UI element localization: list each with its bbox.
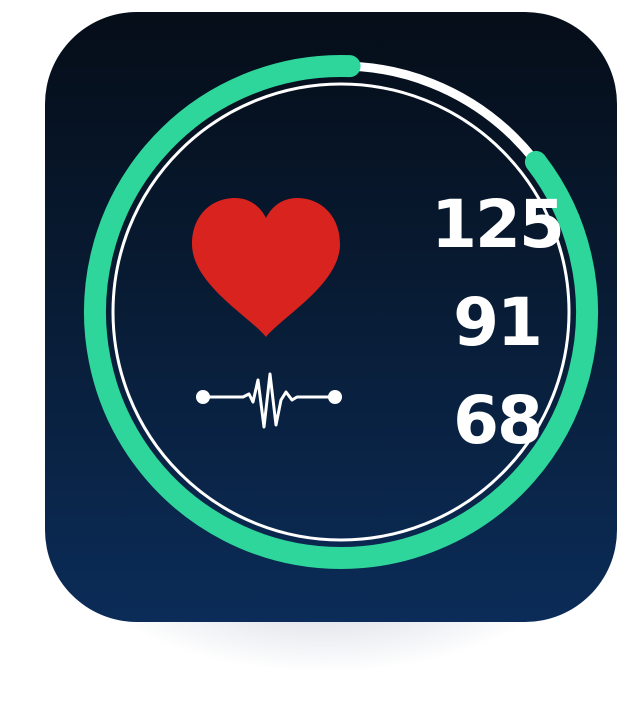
diastolic-value: 91 (453, 284, 543, 361)
pulse-value: 68 (453, 382, 543, 459)
screen: 125 91 68 (0, 0, 621, 706)
heartbeat-line-icon (196, 372, 342, 429)
app-icon[interactable]: 125 91 68 (45, 12, 617, 622)
systolic-value: 125 (431, 186, 565, 263)
heart-icon (192, 198, 340, 337)
